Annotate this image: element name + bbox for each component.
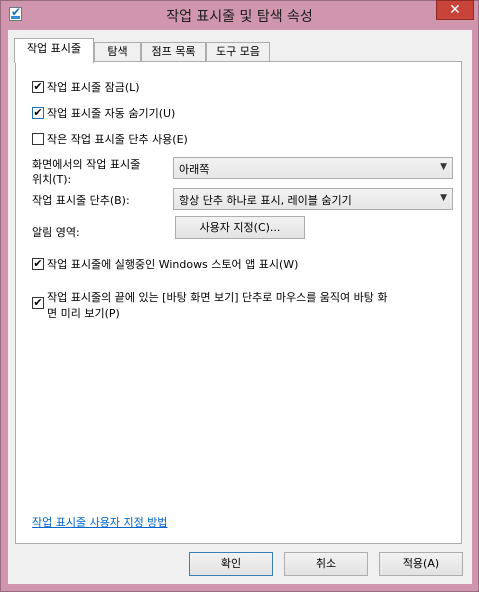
apply-button[interactable]: 적용(A) xyxy=(379,552,463,576)
store-apps-checkbox[interactable]: ✔ xyxy=(32,258,44,270)
tab-jump-lists[interactable]: 점프 목록 xyxy=(141,42,206,61)
customize-notification-button[interactable]: 사용자 지정(C)... xyxy=(175,216,305,239)
peek-label-line1: 작업 표시줄의 끝에 있는 [바탕 화면 보기] 단추로 마우스를 움직여 바탕… xyxy=(47,291,388,304)
window-title: 작업 표시줄 및 탐색 속성 xyxy=(166,9,313,25)
combine-buttons-label: 작업 표시줄 단추(B): xyxy=(32,194,130,207)
title-bar: ✔ 작업 표시줄 및 탐색 속성 ✕ xyxy=(0,0,479,30)
store-apps-label: 작업 표시줄에 실행중인 Windows 스토어 앱 표시(W) xyxy=(47,258,299,271)
close-button[interactable]: ✕ xyxy=(436,0,474,20)
tab-taskbar[interactable]: 작업 표시줄 xyxy=(14,38,94,63)
cancel-button[interactable]: 취소 xyxy=(284,552,368,576)
lock-taskbar-checkbox[interactable]: ✔ xyxy=(32,81,44,93)
location-select-value: 아래쪽 xyxy=(179,163,210,176)
peek-checkbox[interactable]: ✔ xyxy=(32,297,44,309)
location-label-line1: 화면에서의 작업 표시줄 xyxy=(32,158,141,171)
autohide-checkbox[interactable]: ✔ xyxy=(32,107,44,119)
combine-buttons-select-value: 항상 단추 하나로 표시, 레이블 숨기기 xyxy=(179,194,352,207)
lock-taskbar-label: 작업 표시줄 잠금(L) xyxy=(47,81,140,94)
tab-toolbars[interactable]: 도구 모음 xyxy=(206,42,270,61)
autohide-label: 작업 표시줄 자동 숨기기(U) xyxy=(47,107,176,120)
ok-button[interactable]: 확인 xyxy=(189,552,273,576)
location-label-line2: 위치(T): xyxy=(32,173,72,186)
small-buttons-checkbox[interactable] xyxy=(32,133,44,145)
location-select[interactable]: 아래쪽 ▼ xyxy=(173,157,453,179)
close-icon: ✕ xyxy=(449,2,461,18)
tab-navigation[interactable]: 탐색 xyxy=(94,42,141,61)
notification-area-label: 알림 영역: xyxy=(32,226,80,239)
small-buttons-label: 작은 작업 표시줄 단추 사용(E) xyxy=(47,133,188,146)
customize-taskbar-help-link[interactable]: 작업 표시줄 사용자 지정 방법 xyxy=(32,514,167,530)
combine-buttons-select[interactable]: 항상 단추 하나로 표시, 레이블 숨기기 ▼ xyxy=(173,188,453,210)
chevron-down-icon: ▼ xyxy=(440,193,447,203)
peek-label-line2: 면 미리 보기(P) xyxy=(47,307,120,320)
chevron-down-icon: ▼ xyxy=(440,162,447,172)
